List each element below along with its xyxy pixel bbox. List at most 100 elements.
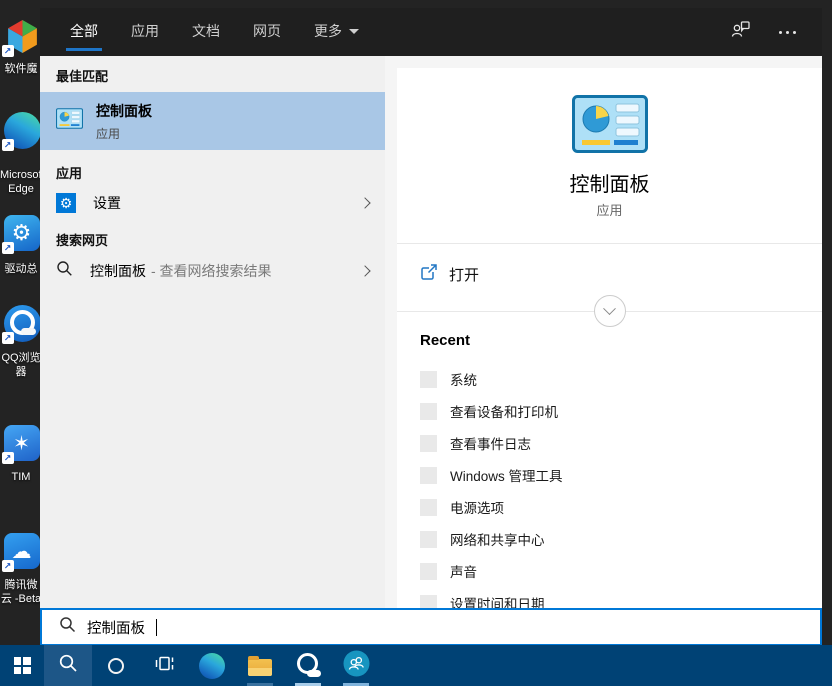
taskbar-qq-browser-button[interactable] bbox=[284, 645, 332, 686]
recent-item[interactable]: Windows 管理工具 bbox=[420, 460, 812, 490]
desktop-icon-label: 驱动总 bbox=[0, 262, 42, 276]
web-section-header: 搜索网页 bbox=[56, 230, 108, 249]
cortana-button[interactable] bbox=[92, 645, 140, 686]
desktop-icon-label: TIM bbox=[0, 470, 42, 484]
desktop-icon-tim[interactable]: ✶ bbox=[0, 425, 44, 462]
windows-logo-icon bbox=[14, 657, 31, 674]
tab-all[interactable]: 全部 bbox=[68, 7, 100, 57]
taskbar bbox=[0, 645, 832, 686]
search-icon bbox=[59, 616, 76, 638]
placeholder-icon bbox=[420, 403, 437, 420]
desktop-icon-label: 腾讯微云 -Beta bbox=[0, 578, 42, 606]
cortana-icon bbox=[108, 658, 124, 674]
shortcut-arrow-icon bbox=[2, 332, 14, 344]
cloud-icon: ☁ bbox=[4, 533, 41, 570]
taskbar-contacts-button[interactable] bbox=[332, 645, 380, 686]
shortcut-arrow-icon bbox=[2, 45, 14, 57]
contacts-icon bbox=[343, 650, 370, 682]
folder-icon bbox=[248, 659, 272, 676]
apps-section-header: 应用 bbox=[56, 163, 82, 182]
taskbar-edge-button[interactable] bbox=[188, 645, 236, 686]
search-flyout: 全部 应用 文档 网页 更多 最佳匹配 bbox=[40, 8, 822, 645]
recent-item[interactable]: 查看事件日志 bbox=[420, 428, 812, 458]
best-match-title: 控制面板 bbox=[96, 101, 152, 121]
qq-browser-icon bbox=[295, 653, 321, 679]
software-box-icon bbox=[4, 18, 41, 55]
best-match-type: 应用 bbox=[96, 125, 152, 142]
result-web-search[interactable]: 控制面板 - 查看网络搜索结果 bbox=[40, 255, 385, 287]
feedback-icon[interactable] bbox=[730, 20, 751, 44]
web-query: 控制面板 bbox=[90, 261, 146, 281]
task-view-button[interactable] bbox=[140, 645, 188, 686]
placeholder-icon bbox=[420, 467, 437, 484]
shortcut-arrow-icon bbox=[2, 242, 14, 254]
desktop-icon-software-box[interactable] bbox=[0, 18, 44, 55]
search-icon bbox=[56, 260, 73, 282]
control-panel-icon bbox=[56, 108, 83, 134]
settings-gear-icon bbox=[56, 193, 76, 213]
recent-item[interactable]: 声音 bbox=[420, 556, 812, 586]
chevron-right-icon[interactable] bbox=[359, 197, 370, 208]
chevron-down-icon bbox=[349, 29, 359, 34]
web-suffix: - 查看网络搜索结果 bbox=[151, 261, 272, 281]
open-external-icon bbox=[420, 263, 438, 286]
desktop-icon-edge[interactable] bbox=[0, 112, 44, 149]
placeholder-icon bbox=[420, 499, 437, 516]
recent-item[interactable]: 网络和共享中心 bbox=[420, 524, 812, 554]
taskbar-search-button[interactable] bbox=[44, 645, 92, 686]
search-tabs-bar: 全部 应用 文档 网页 更多 bbox=[40, 8, 822, 56]
shortcut-arrow-icon bbox=[2, 560, 14, 572]
placeholder-icon bbox=[420, 595, 437, 609]
tab-web[interactable]: 网页 bbox=[251, 7, 283, 57]
chevron-right-icon[interactable] bbox=[359, 265, 370, 276]
desktop-icon-label: QQ浏览器 bbox=[0, 351, 42, 379]
text-cursor bbox=[156, 619, 157, 636]
expand-chevron-button[interactable] bbox=[594, 295, 626, 327]
preview-pane: 控制面板 应用 打开 Re bbox=[385, 56, 822, 608]
edge-icon bbox=[4, 112, 41, 149]
open-button-label: 打开 bbox=[449, 264, 479, 285]
driver-gear-icon: ⚙ bbox=[4, 215, 41, 252]
preview-subtitle: 应用 bbox=[397, 200, 822, 219]
search-input-value: 控制面板 bbox=[87, 617, 145, 638]
placeholder-icon bbox=[420, 371, 437, 388]
shortcut-arrow-icon bbox=[2, 452, 14, 464]
taskbar-explorer-button[interactable] bbox=[236, 645, 284, 686]
edge-icon bbox=[199, 653, 225, 679]
best-match-header: 最佳匹配 bbox=[56, 66, 108, 85]
tim-star-icon: ✶ bbox=[4, 425, 41, 462]
open-button[interactable]: 打开 bbox=[420, 260, 479, 288]
desktop-icon-driver[interactable]: ⚙ bbox=[0, 215, 44, 252]
result-label: 设置 bbox=[93, 193, 121, 213]
recent-item[interactable]: 系统 bbox=[420, 364, 812, 394]
search-input[interactable]: 控制面板 bbox=[40, 608, 822, 646]
desktop-icon-weiyun[interactable]: ☁ bbox=[0, 533, 44, 570]
placeholder-icon bbox=[420, 563, 437, 580]
preview-title: 控制面板 bbox=[397, 168, 822, 197]
search-icon bbox=[58, 653, 78, 678]
recent-item[interactable]: 电源选项 bbox=[420, 492, 812, 522]
recent-item[interactable]: 查看设备和打印机 bbox=[420, 396, 812, 426]
chevron-down-icon bbox=[603, 302, 616, 315]
desktop-icon-qq-browser[interactable] bbox=[0, 305, 44, 342]
shortcut-arrow-icon bbox=[2, 139, 14, 151]
ellipsis-icon[interactable] bbox=[779, 31, 796, 34]
control-panel-icon-large bbox=[572, 95, 648, 158]
tab-more-label: 更多 bbox=[314, 21, 342, 41]
task-view-icon bbox=[154, 654, 175, 678]
recent-item[interactable]: 设置时间和日期 bbox=[420, 588, 812, 608]
tab-more[interactable]: 更多 bbox=[312, 7, 361, 57]
tab-documents[interactable]: 文档 bbox=[190, 7, 222, 57]
qq-browser-icon bbox=[4, 305, 41, 342]
best-match-item[interactable]: 控制面板 应用 bbox=[40, 92, 385, 150]
result-settings[interactable]: 设置 bbox=[40, 187, 385, 219]
recent-header: Recent bbox=[420, 332, 470, 349]
placeholder-icon bbox=[420, 531, 437, 548]
divider bbox=[397, 243, 822, 244]
desktop-icon-label: 软件魔 bbox=[0, 62, 42, 76]
tab-apps[interactable]: 应用 bbox=[129, 7, 161, 57]
results-list: 最佳匹配 控制面板 应用 bbox=[40, 56, 385, 608]
start-button[interactable] bbox=[0, 645, 44, 686]
placeholder-icon bbox=[420, 435, 437, 452]
desktop-icon-label: Microsoft Edge bbox=[0, 168, 42, 196]
